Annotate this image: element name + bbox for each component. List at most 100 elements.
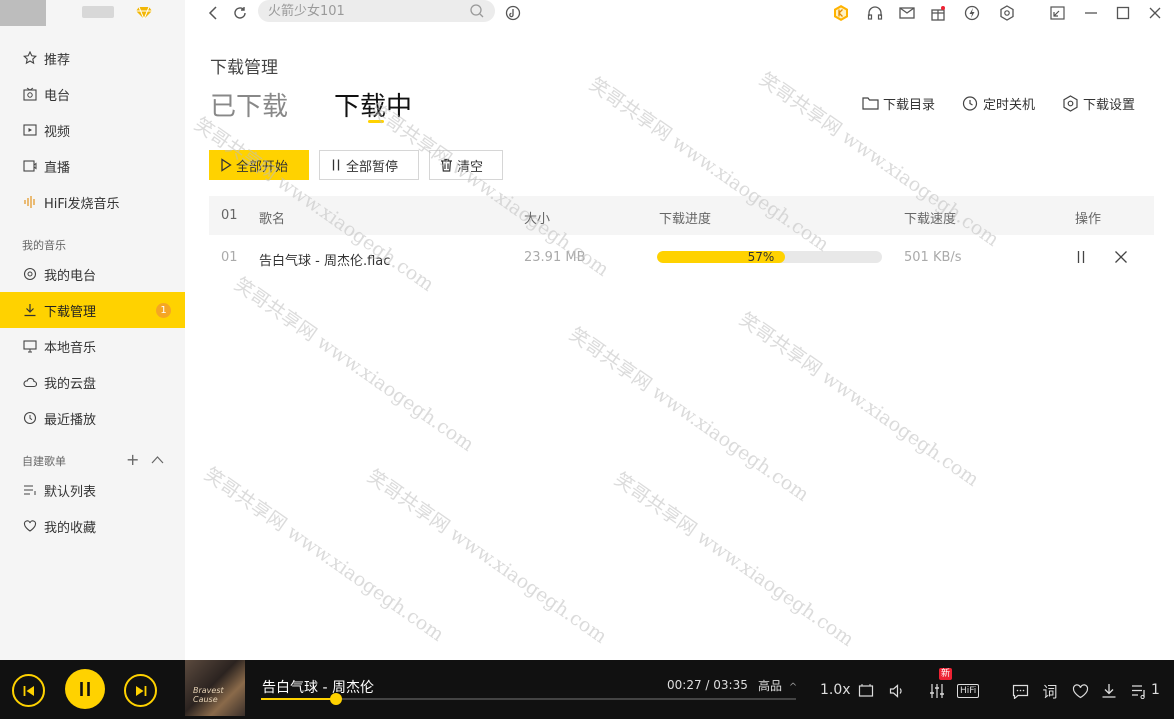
header-progress: 下载进度 xyxy=(659,212,712,227)
sidebar-item-label: HiFi发烧音乐 xyxy=(44,196,120,212)
album-cover[interactable]: Bravest Cause xyxy=(185,660,245,716)
user-name[interactable] xyxy=(82,6,114,18)
sidebar-item-radio[interactable]: 电台 xyxy=(0,76,185,112)
sidebar-item-label: 我的电台 xyxy=(44,268,97,284)
playlist-heading: 自建歌单 xyxy=(22,455,66,468)
sidebar-item-label: 推荐 xyxy=(44,52,71,68)
sidebar-item-label: 我的收藏 xyxy=(44,520,97,536)
watermark: 笑哥共享网 www.xiaogegh.com xyxy=(610,468,858,651)
skin-settings-icon[interactable] xyxy=(997,3,1017,23)
settings-icon xyxy=(1063,94,1078,112)
lightning-icon[interactable] xyxy=(962,3,982,23)
comment-icon[interactable] xyxy=(1011,682,1029,700)
back-icon[interactable] xyxy=(203,3,223,23)
next-icon xyxy=(135,685,146,696)
sidebar-item-video[interactable]: 视频 xyxy=(0,112,185,148)
sidebar-item-favorites[interactable]: 我的收藏 xyxy=(0,508,185,544)
seek-handle[interactable] xyxy=(329,693,342,705)
previous-button[interactable] xyxy=(12,674,45,707)
lyrics-icon[interactable]: 词 xyxy=(1041,682,1059,701)
row-size: 23.91 MB xyxy=(524,250,586,265)
row-speed: 501 KB/s xyxy=(904,250,962,265)
tab-downloaded[interactable]: 已下载 xyxy=(210,86,288,123)
table-row[interactable]: 01 告白气球 - 周杰伦.flac 23.91 MB 57% 501 KB/s xyxy=(209,237,1154,277)
mini-mode-icon[interactable] xyxy=(1047,3,1067,23)
download-settings-link[interactable]: 下载设置 xyxy=(1062,94,1135,113)
search-input[interactable] xyxy=(268,2,468,20)
row-pause-icon[interactable] xyxy=(1075,250,1087,264)
page-title: 下载管理 xyxy=(210,58,278,78)
refresh-icon[interactable] xyxy=(230,3,250,23)
download-progress-label: 57% xyxy=(747,251,775,263)
search-icon[interactable] xyxy=(469,3,485,19)
mv-icon[interactable] xyxy=(857,682,875,700)
vip-diamond-icon[interactable] xyxy=(136,4,152,20)
music-recognize-icon[interactable] xyxy=(503,3,523,23)
volume-icon[interactable] xyxy=(888,682,906,700)
sidebar-item-my-radio[interactable]: 我的电台 xyxy=(0,256,185,292)
quality-selector[interactable]: 高品 ^ xyxy=(758,677,797,694)
list-icon xyxy=(22,482,38,498)
chevron-up-icon: ^ xyxy=(788,682,798,693)
equalizer-icon[interactable] xyxy=(928,682,946,700)
play-icon xyxy=(221,158,232,172)
sidebar-item-label: 本地音乐 xyxy=(44,340,97,356)
pause-icon xyxy=(332,159,340,171)
watermark: 笑哥共享网 www.xiaogegh.com xyxy=(363,465,611,648)
gift-icon[interactable] xyxy=(928,3,948,23)
tab-downloading[interactable]: 下载中 xyxy=(334,86,412,123)
playback-speed[interactable]: 1.0x xyxy=(820,682,851,698)
watermark: 笑哥共享网 www.xiaogegh.com xyxy=(565,323,813,506)
seek-bar[interactable] xyxy=(261,693,796,705)
sidebar-item-default-list[interactable]: 默认列表 xyxy=(0,472,185,508)
download-progress-bar: 57% xyxy=(657,251,882,263)
hifi-toggle[interactable]: HiFi xyxy=(957,684,980,698)
sidebar-item-live[interactable]: 直播 xyxy=(0,148,185,184)
close-icon[interactable] xyxy=(1145,3,1165,23)
quality-label: 高品 xyxy=(758,679,783,693)
sidebar-item-recommend[interactable]: 推荐 xyxy=(0,40,185,76)
radio-wave-icon xyxy=(22,266,38,282)
queue-count[interactable]: 1 xyxy=(1151,682,1160,698)
sidebar-item-hifi[interactable]: HiFi发烧音乐 xyxy=(0,184,185,220)
row-delete-icon[interactable] xyxy=(1114,250,1128,264)
header-index: 01 xyxy=(221,208,238,223)
playlist-queue-icon[interactable] xyxy=(1130,682,1148,700)
maximize-icon[interactable] xyxy=(1113,3,1133,23)
top-bar xyxy=(185,0,1174,26)
pause-button[interactable] xyxy=(65,669,105,709)
download-folder-link[interactable]: 下载目录 xyxy=(862,94,936,113)
sidebar-item-download-manager[interactable]: 下载管理 1 xyxy=(0,292,185,328)
sidebar-item-local-music[interactable]: 本地音乐 xyxy=(0,328,185,364)
like-heart-icon[interactable] xyxy=(1071,682,1089,700)
pause-icon xyxy=(80,682,90,696)
star-icon xyxy=(22,50,38,66)
start-all-button[interactable]: 全部开始 xyxy=(209,150,309,180)
pause-all-button[interactable]: 全部暂停 xyxy=(319,150,419,180)
download-folder-label: 下载目录 xyxy=(883,97,936,113)
add-playlist-icon[interactable]: + xyxy=(126,452,139,468)
minimize-icon[interactable] xyxy=(1081,3,1101,23)
sidebar-item-label: 直播 xyxy=(44,160,71,176)
kuwo-coin-icon[interactable] xyxy=(831,3,851,23)
next-button[interactable] xyxy=(124,674,157,707)
now-playing-title[interactable]: 告白气球 - 周杰伦 xyxy=(262,677,374,697)
collapse-chevron-icon[interactable] xyxy=(151,455,164,464)
clear-button[interactable]: 清空 xyxy=(429,150,503,180)
sidebar-item-label: 电台 xyxy=(44,88,71,104)
download-song-icon[interactable] xyxy=(1100,682,1118,700)
download-count-badge: 1 xyxy=(156,303,171,318)
player-bar: Bravest Cause 告白气球 - 周杰伦 00:27 / 03:35 高… xyxy=(0,660,1174,719)
headphones-icon[interactable] xyxy=(865,3,885,23)
scheduled-shutdown-label: 定时关机 xyxy=(983,97,1036,113)
timer-icon xyxy=(962,96,978,111)
scheduled-shutdown-link[interactable]: 定时关机 xyxy=(962,94,1036,113)
video-icon xyxy=(22,122,38,138)
search-box[interactable] xyxy=(258,0,495,22)
avatar[interactable] xyxy=(0,0,46,26)
mail-icon[interactable] xyxy=(897,3,917,23)
sidebar-item-cloud[interactable]: 我的云盘 xyxy=(0,364,185,400)
sidebar-item-recent[interactable]: 最近播放 xyxy=(0,400,185,436)
previous-icon xyxy=(23,685,34,696)
sidebar-item-label: 我的云盘 xyxy=(44,376,97,392)
